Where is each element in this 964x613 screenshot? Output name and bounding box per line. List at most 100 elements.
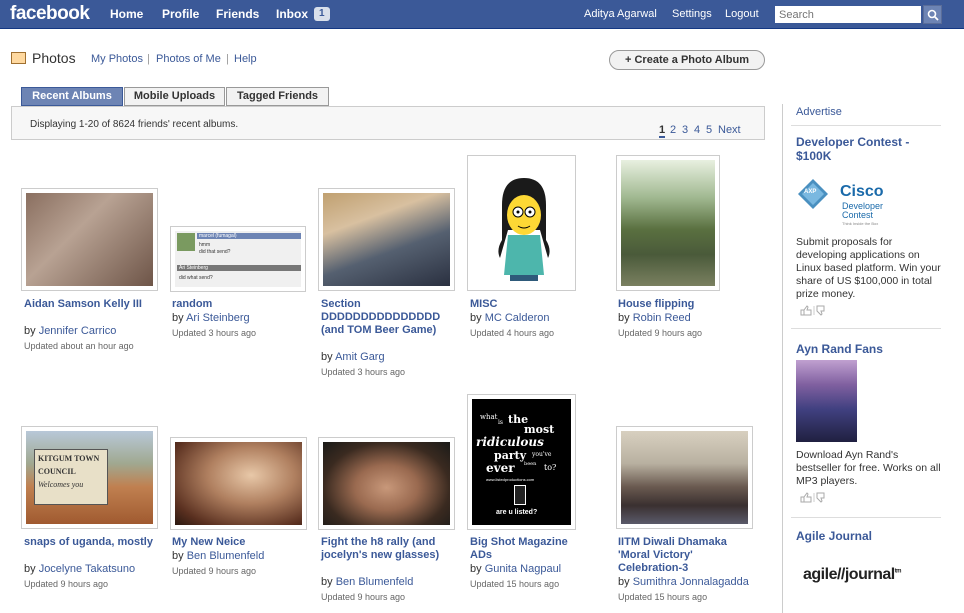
photos-of-me-link[interactable]: Photos of Me — [156, 53, 221, 65]
album-title[interactable]: Aidan Samson Kelly III — [24, 298, 154, 311]
album-updated: Updated 9 hours ago — [172, 566, 257, 576]
ayn-rand-ad-image[interactable] — [796, 360, 857, 442]
page-1[interactable]: 1 — [659, 124, 666, 138]
author-link[interactable]: Gunita Nagpaul — [485, 563, 561, 575]
author-link[interactable]: Sumithra Jonnalagadda — [633, 576, 749, 588]
agile-journal-logo[interactable]: agile//journaltm — [803, 566, 902, 584]
album-author: by Jocelyne Takatsuno — [24, 563, 135, 575]
tab-recent-albums[interactable]: Recent Albums — [21, 87, 123, 106]
poster-text: been — [524, 461, 537, 467]
sign-text: Welcomes you — [38, 480, 84, 489]
ad-logo-tag: Think Inside the Box — [842, 221, 879, 226]
album-thumbnail[interactable] — [616, 155, 720, 291]
album-thumbnail[interactable] — [170, 437, 307, 530]
album-title[interactable]: IITM Diwali Dhamaka 'Moral Victory' Cele… — [618, 536, 748, 575]
page-2[interactable]: 2 — [670, 124, 676, 136]
album-title[interactable]: MISC — [470, 298, 600, 311]
album-title[interactable]: Fight the h8 rally (and jocelyn's new gl… — [321, 536, 441, 562]
sign-text: KITGUM TOWN — [38, 454, 100, 463]
user-name-link[interactable]: Aditya Agarwal — [584, 8, 657, 20]
nav-home[interactable]: Home — [110, 7, 143, 21]
album-author: by Ari Steinberg — [172, 312, 250, 324]
settings-link[interactable]: Settings — [672, 8, 712, 20]
page-5[interactable]: 5 — [706, 124, 712, 136]
page-title: Photos — [32, 50, 76, 66]
poster-text: ridiculous — [476, 435, 544, 449]
by-prefix: by — [321, 576, 336, 588]
tab-mobile-uploads[interactable]: Mobile Uploads — [124, 87, 225, 106]
album-title[interactable]: My New Neice — [172, 536, 302, 549]
album-thumbnail[interactable] — [318, 188, 455, 291]
by-prefix: by — [24, 325, 39, 337]
album-thumbnail[interactable]: what is the most ridiculous party you've… — [467, 394, 576, 530]
album-title[interactable]: Big Shot Magazine ADs — [470, 536, 590, 562]
ads-sidebar: Advertise Developer Contest - $100K AXP … — [782, 104, 947, 613]
ad-text: Download Ayn Rand's bestseller for free.… — [796, 449, 941, 487]
search-button[interactable] — [923, 5, 942, 24]
chat-line: hmm — [199, 242, 211, 248]
search-input[interactable] — [774, 5, 922, 24]
album-updated: Updated 15 hours ago — [470, 579, 560, 589]
ad-like-buttons[interactable] — [799, 304, 829, 319]
chat-name: Ari Steinberg — [177, 265, 301, 271]
album-author: by Gunita Nagpaul — [470, 563, 561, 575]
advertise-link[interactable]: Advertise — [796, 106, 842, 118]
album-thumbnail[interactable] — [21, 188, 158, 291]
author-link[interactable]: Amit Garg — [335, 351, 385, 363]
ad-title[interactable]: Ayn Rand Fans — [796, 342, 883, 356]
chat-line: did that send? — [199, 249, 231, 255]
album-thumbnail[interactable] — [616, 426, 753, 529]
author-link[interactable]: Jocelyne Takatsuno — [39, 563, 135, 575]
create-album-button[interactable]: + Create a Photo Album — [609, 50, 765, 70]
by-prefix: by — [321, 351, 336, 363]
album-title[interactable]: House flipping — [618, 298, 748, 311]
album-updated: Updated 3 hours ago — [172, 328, 257, 338]
album-updated: Updated 9 hours ago — [321, 592, 406, 602]
album-thumbnail[interactable]: KITGUM TOWN COUNCIL Welcomes you — [21, 426, 158, 529]
album-author: by Ben Blumenfeld — [321, 576, 413, 588]
ad-logo-suffix: tm — [894, 568, 902, 575]
page-3[interactable]: 3 — [682, 124, 688, 136]
search-icon — [927, 9, 939, 21]
album-author: by MC Calderon — [470, 312, 550, 324]
author-link[interactable]: Ben Blumenfeld — [336, 576, 414, 588]
tab-tagged-friends[interactable]: Tagged Friends — [226, 87, 329, 106]
album-title[interactable]: Section DDDDDDDDDDDDDDD (and TOM Beer Ga… — [321, 298, 461, 337]
poster-text: are u listed? — [496, 509, 538, 516]
poster-text: ever — [486, 461, 515, 475]
nav-profile[interactable]: Profile — [162, 7, 199, 21]
album-updated: Updated 4 hours ago — [470, 328, 555, 338]
by-prefix: by — [172, 312, 187, 324]
by-prefix: by — [470, 312, 485, 324]
ad-title[interactable]: Agile Journal — [796, 529, 872, 543]
divider — [791, 517, 941, 518]
my-photos-link[interactable]: My Photos — [91, 53, 143, 65]
nav-inbox[interactable]: Inbox — [276, 7, 308, 21]
next-page-link[interactable]: Next — [718, 124, 741, 136]
album-thumbnail[interactable] — [318, 437, 455, 530]
divider — [791, 125, 941, 126]
album-title[interactable]: snaps of uganda, mostly — [24, 536, 154, 549]
album-thumbnail[interactable] — [467, 155, 576, 291]
author-link[interactable]: Robin Reed — [633, 312, 691, 324]
help-link[interactable]: Help — [234, 53, 257, 65]
author-link[interactable]: Ari Steinberg — [186, 312, 250, 324]
author-link[interactable]: Ben Blumenfeld — [187, 550, 265, 562]
page-4[interactable]: 4 — [694, 124, 700, 136]
by-prefix: by — [470, 563, 485, 575]
nav-friends[interactable]: Friends — [216, 7, 259, 21]
author-link[interactable]: MC Calderon — [485, 312, 550, 324]
ad-title[interactable]: Developer Contest - $100K — [796, 135, 941, 163]
author-link[interactable]: Jennifer Carrico — [39, 325, 117, 337]
thumbs-up-down-icon — [800, 305, 825, 316]
by-prefix: by — [172, 550, 187, 562]
ad-like-buttons[interactable] — [799, 491, 829, 506]
cisco-ad-image[interactable]: AXP Cisco Developer Contest Think Inside… — [796, 169, 911, 229]
ad-badge: AXP — [804, 189, 817, 195]
logout-link[interactable]: Logout — [725, 8, 759, 20]
album-thumbnail[interactable]: marcel (fumagal) hmm did that send? Ari … — [170, 226, 306, 292]
chat-name: marcel (fumagal) — [197, 233, 301, 239]
album-author: by Robin Reed — [618, 312, 691, 324]
album-title[interactable]: random — [172, 298, 302, 311]
facebook-logo[interactable]: facebook — [10, 3, 90, 25]
